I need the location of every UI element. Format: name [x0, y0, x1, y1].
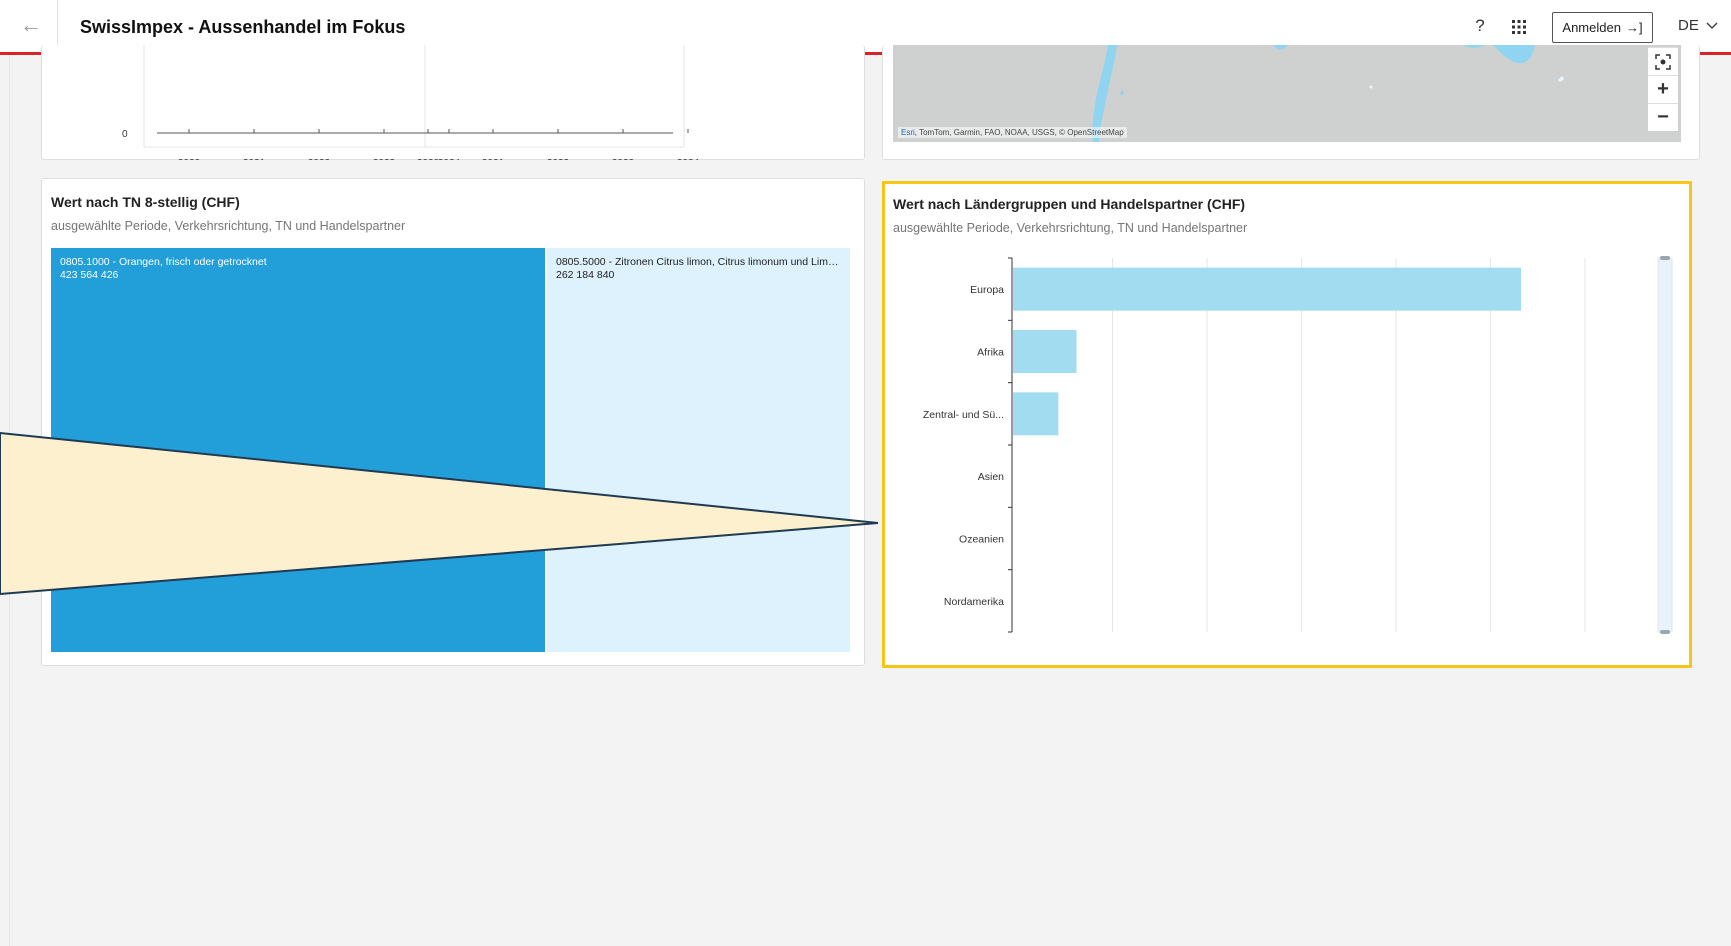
- treemap-tile-name: 0805.5000 - Zitronen Citrus limon, Citru…: [556, 256, 841, 268]
- x-tick-label: 2021: [482, 158, 505, 160]
- bar-1: [1013, 329, 1077, 374]
- line-chart-axes: 0 20202021202220232024202020212022202320…: [122, 45, 700, 160]
- y-tick-label: 0: [122, 129, 128, 140]
- x-tick-label: 2024: [677, 158, 700, 160]
- treemap-tile-value: 262 184 840: [556, 269, 615, 281]
- map-view[interactable]: Esri, TomTom, Garmin, FAO, NOAA, USGS, ©…: [893, 45, 1681, 142]
- treemap-tile-label: 0805.1000 - Orangen, frisch oder getrock…: [60, 256, 267, 282]
- x-tick-marks: [188, 129, 689, 133]
- locate-icon: [1655, 53, 1671, 70]
- chart-scrollbar: [1657, 257, 1673, 633]
- login-label: Anmelden: [1562, 20, 1621, 35]
- locate-button[interactable]: [1648, 47, 1678, 75]
- login-icon: →]: [1625, 20, 1643, 35]
- back-arrow-icon[interactable]: ←: [18, 12, 44, 38]
- zoom-out-button[interactable]: −: [1648, 103, 1678, 131]
- x-tick-label: 2022: [547, 158, 570, 160]
- x-tick-label: 2020: [178, 158, 201, 160]
- bar-0: [1013, 267, 1522, 311]
- treemap-card: Wert nach TN 8-stellig (CHF) ausgewählte…: [41, 178, 865, 666]
- x-tick-label: 2023: [373, 158, 396, 160]
- x-tick-label: 2024: [438, 158, 461, 160]
- map-attribution: Esri, TomTom, Garmin, FAO, NOAA, USGS, ©…: [898, 127, 1127, 138]
- dashboard-content: 0 20202021202220232024202020212022202320…: [9, 45, 1731, 946]
- treemap-tile-orangen[interactable]: 0805.1000 - Orangen, frisch oder getrock…: [51, 248, 545, 652]
- bar-chart-plot: Europa Afrika Zentral- und Sü... Asien Ozean…: [923, 256, 1673, 634]
- login-button[interactable]: Anmelden →]: [1552, 12, 1653, 43]
- category-label: Asien: [978, 471, 1004, 483]
- category-label: Nordamerika: [944, 596, 1004, 608]
- x-tick-label: 2021: [243, 158, 266, 160]
- x-tick-labels: 2020202120222023202420202021202220232024: [178, 158, 700, 160]
- treemap-tile-name: 0805.1000 - Orangen, frisch oder getrock…: [60, 256, 267, 268]
- x-tick-label: 2022: [308, 158, 331, 160]
- esri-link[interactable]: Esri: [901, 128, 915, 137]
- zoom-in-button[interactable]: +: [1648, 75, 1678, 103]
- language-selector[interactable]: DE: [1678, 17, 1718, 34]
- treemap-title: Wert nach TN 8-stellig (CHF): [51, 194, 240, 210]
- category-label: Afrika: [977, 347, 1004, 359]
- treemap-tile-zitronen[interactable]: 0805.5000 - Zitronen Citrus limon, Citru…: [547, 248, 850, 652]
- scrollbar-handle-bottom: [1660, 630, 1670, 634]
- category-label: Ozeanien: [959, 534, 1004, 546]
- treemap-tile-value: 423 564 426: [60, 269, 119, 281]
- line-chart-card: 0 20202021202220232024202020212022202320…: [41, 45, 865, 160]
- attribution-text: , TomTom, Garmin, FAO, NOAA, USGS, © Ope…: [914, 128, 1124, 137]
- category-label: Zentral- und Sü...: [923, 409, 1004, 421]
- help-button[interactable]: ?: [1471, 16, 1489, 36]
- bar-chart-card[interactable]: Wert nach Ländergruppen und Handelspartn…: [882, 181, 1692, 668]
- app-title: SwissImpex - Aussenhandel im Fokus: [80, 17, 406, 37]
- scrollbar-handle-top: [1660, 256, 1670, 260]
- treemap-subtitle: ausgewählte Periode, Verkehrsrichtung, T…: [51, 219, 406, 233]
- treemap-tile-label: 0805.5000 - Zitronen Citrus limon, Citru…: [556, 256, 841, 282]
- chevron-down-icon: [1706, 22, 1718, 29]
- map-card: Esri, TomTom, Garmin, FAO, NOAA, USGS, ©…: [882, 45, 1700, 160]
- app-grid-icon[interactable]: [1511, 19, 1527, 35]
- x-tick-label: 2020: [417, 158, 440, 160]
- x-tick-label: 2023: [612, 158, 635, 160]
- language-label: DE: [1678, 17, 1699, 34]
- bar-2: [1013, 392, 1059, 436]
- category-label: Europa: [970, 284, 1004, 296]
